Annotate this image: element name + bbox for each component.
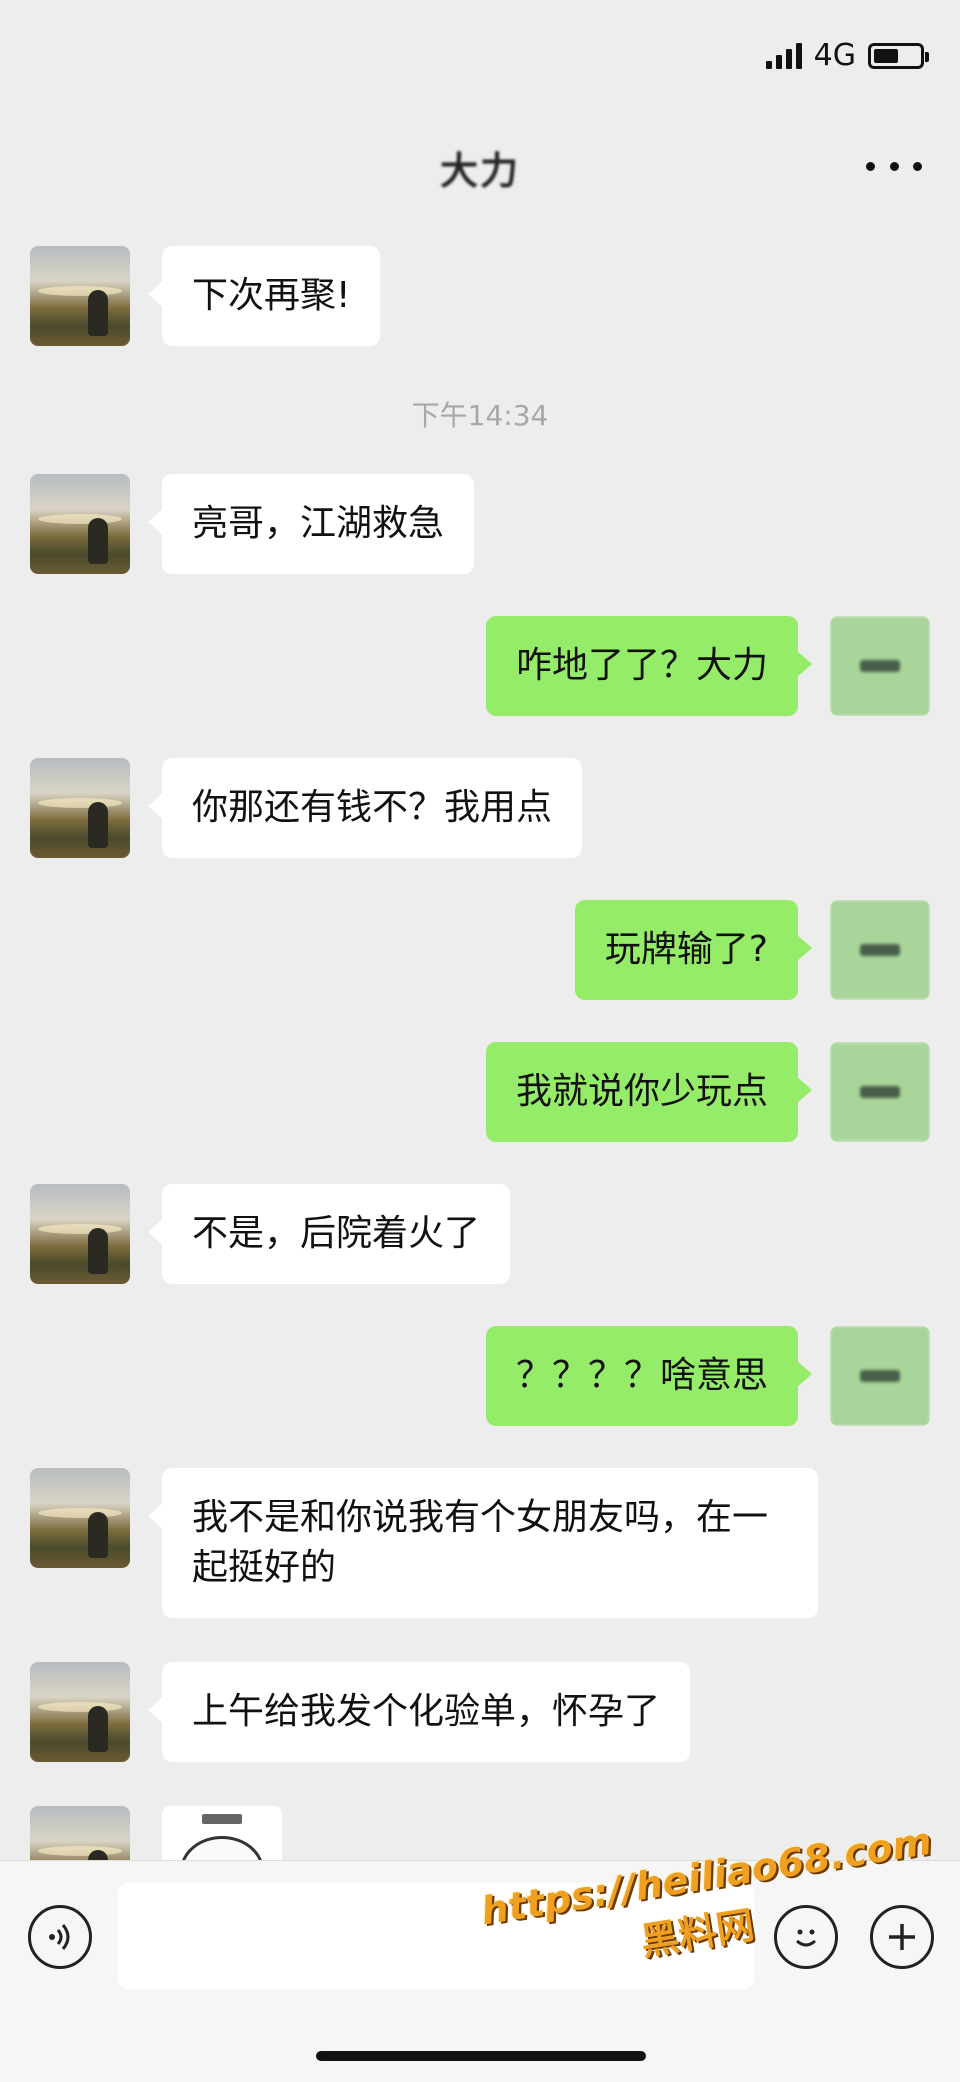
contact-avatar[interactable]	[30, 1806, 130, 1860]
message-bubble-incoming[interactable]: 我不是和你说我有个女朋友吗，在一起挺好的	[148, 1468, 818, 1618]
message-bubble-outgoing[interactable]: 我就说你少玩点	[485, 1042, 813, 1142]
message-row: 玩牌输了?	[0, 900, 960, 1010]
contact-avatar[interactable]	[30, 1662, 130, 1762]
chat-header: 大力	[0, 110, 960, 220]
emoji-icon[interactable]	[774, 1905, 838, 1969]
status-bar: 4G	[0, 0, 960, 110]
contact-avatar[interactable]	[30, 758, 130, 858]
message-bubble-incoming[interactable]: 上午给我发个化验单，怀孕了	[147, 1662, 691, 1762]
battery-level	[874, 48, 899, 63]
input-bar	[0, 1860, 960, 2082]
message-bubble-outgoing[interactable]: 玩牌输了?	[574, 900, 813, 1000]
face-sticker-icon[interactable]	[162, 1806, 282, 1860]
message-row: 我不是和你说我有个女朋友吗，在一起挺好的	[0, 1468, 960, 1628]
message-input[interactable]	[118, 1883, 754, 1989]
message-row: 上午给我发个化验单，怀孕了	[0, 1662, 960, 1772]
battery-icon	[868, 42, 929, 69]
signal-icon	[765, 42, 802, 69]
chat-title: 大力	[439, 149, 520, 193]
message-bubble-incoming[interactable]: 亮哥，江湖救急	[147, 474, 475, 574]
message-bubble-incoming[interactable]: 你那还有钱不？我用点	[147, 758, 583, 858]
my-avatar[interactable]	[830, 1042, 930, 1142]
message-timestamp: 下午14:34	[411, 399, 549, 432]
message-bubble-outgoing[interactable]: 咋地了了？大力	[485, 616, 813, 716]
message-row: 我就说你少玩点	[0, 1042, 960, 1152]
my-avatar[interactable]	[830, 1326, 930, 1426]
status-indicators: 4G	[765, 38, 929, 73]
my-avatar[interactable]	[830, 616, 930, 716]
message-bubble-incoming[interactable]: 不是，后院着火了	[147, 1184, 511, 1284]
message-row	[0, 1806, 960, 1860]
message-row: 不是，后院着火了	[0, 1184, 960, 1294]
contact-avatar[interactable]	[30, 474, 130, 574]
message-row: ？？？？啥意思	[0, 1326, 960, 1436]
more-dots-icon[interactable]	[866, 148, 922, 184]
network-label: 4G	[813, 38, 856, 73]
message-row: 下次再聚!	[0, 246, 960, 356]
message-bubble-outgoing[interactable]: ？？？？啥意思	[485, 1326, 813, 1426]
contact-avatar[interactable]	[30, 1184, 130, 1284]
message-row: 咋地了了？大力	[0, 616, 960, 726]
contact-avatar[interactable]	[30, 246, 130, 346]
message-bubble-incoming[interactable]: 下次再聚!	[147, 246, 381, 346]
message-list[interactable]: 下次再聚! 下午14:34 亮哥，江湖救急 咋地了了？大力 你那还有钱不？我用点…	[0, 220, 960, 1860]
message-row: 你那还有钱不？我用点	[0, 758, 960, 868]
plus-icon[interactable]	[870, 1905, 934, 1969]
contact-avatar[interactable]	[30, 1468, 130, 1568]
message-row: 亮哥，江湖救急	[0, 474, 960, 584]
my-avatar[interactable]	[830, 900, 930, 1000]
home-indicator	[316, 2051, 646, 2061]
voice-icon[interactable]	[28, 1905, 92, 1969]
